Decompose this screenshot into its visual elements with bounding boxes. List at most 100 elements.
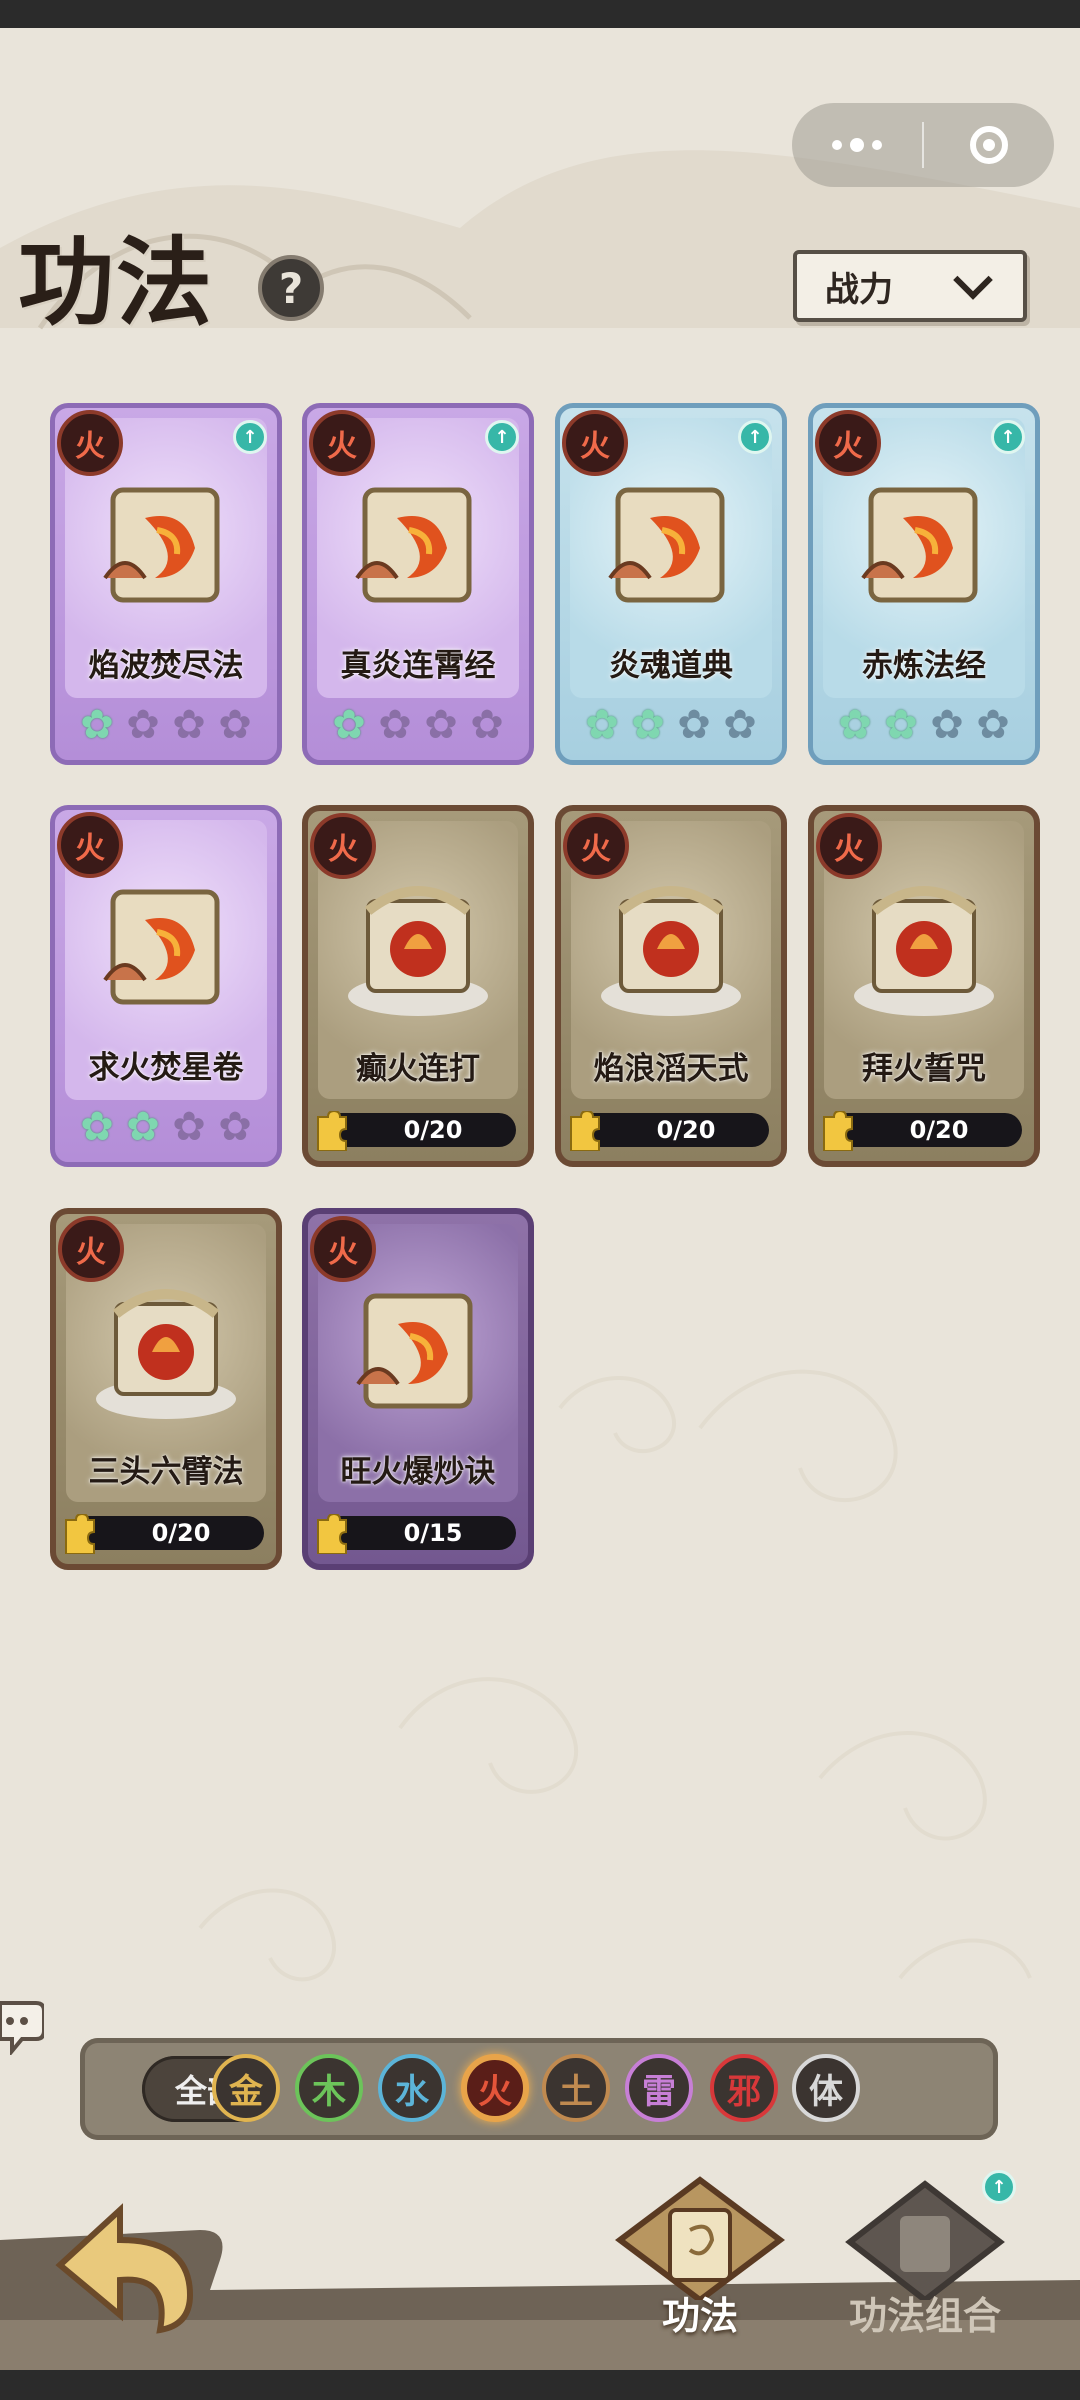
- fragment-progress-bar: 0/20: [320, 1113, 516, 1147]
- technique-card[interactable]: 火三头六臂法 0/20: [50, 1208, 282, 1570]
- more-menu-button[interactable]: [792, 103, 922, 187]
- technique-name: 拜火誓咒: [862, 1051, 986, 1087]
- tab-techniques[interactable]: 功法: [610, 2170, 790, 2340]
- flower-star-icon: ✿: [126, 702, 160, 748]
- technique-card[interactable]: 火拜火誓咒 0/20: [808, 805, 1040, 1167]
- filter-element-button[interactable]: 火: [461, 2054, 529, 2122]
- flower-star-icon: ✿: [631, 702, 665, 748]
- technique-name: 求火焚星卷: [88, 1050, 244, 1086]
- technique-name: 焰波焚尽法: [88, 648, 244, 684]
- dot-icon: [832, 140, 842, 150]
- fragment-progress-bar: 0/15: [320, 1516, 516, 1550]
- flower-star-icon: ✿: [218, 702, 252, 748]
- filter-element-button[interactable]: 金: [212, 2054, 280, 2122]
- flower-star-icon: ✿: [838, 702, 872, 748]
- filter-element-button[interactable]: 水: [378, 2054, 446, 2122]
- background-clouds: [0, 150, 1080, 1982]
- technique-name: 旺火爆炒诀: [340, 1454, 496, 1490]
- fragment-progress-bar: 0/20: [68, 1516, 264, 1550]
- flower-star-icon: ✿: [976, 702, 1010, 748]
- puzzle-piece-icon: [65, 1514, 95, 1554]
- puzzle-piece-icon: [317, 1111, 347, 1151]
- star-rating: ✿ ✿ ✿ ✿: [55, 700, 277, 750]
- dot-icon: [872, 140, 882, 150]
- flower-star-icon: ✿: [470, 702, 504, 748]
- status-bar: [0, 0, 1080, 28]
- fire-element-badge: 火: [816, 813, 882, 879]
- technique-card[interactable]: 火焰浪滔天式 0/20: [555, 805, 787, 1167]
- chat-bubble-icon[interactable]: [0, 1995, 46, 2057]
- flower-star-icon: ✿: [332, 702, 366, 748]
- upgrade-arrow-icon: ↑: [485, 420, 519, 454]
- filter-element-button[interactable]: 木: [295, 2054, 363, 2122]
- filter-element-button[interactable]: 邪: [710, 2054, 778, 2122]
- technique-card[interactable]: 火旺火爆炒诀 0/15: [302, 1208, 534, 1570]
- back-button[interactable]: [40, 2195, 220, 2335]
- filter-element-button[interactable]: 雷: [625, 2054, 693, 2122]
- fire-element-badge: 火: [310, 1216, 376, 1282]
- sort-label: 战力: [825, 269, 893, 310]
- target-icon: [970, 126, 1008, 164]
- technique-name: 真炎连霄经: [340, 648, 496, 684]
- flower-star-icon: ✿: [126, 1104, 160, 1150]
- upgrade-arrow-icon: ↑: [991, 420, 1025, 454]
- fragment-count: 0/20: [656, 1116, 716, 1144]
- flower-star-icon: ✿: [723, 702, 757, 748]
- upgrade-arrow-icon: ↑: [738, 420, 772, 454]
- fire-element-badge: 火: [309, 410, 375, 476]
- technique-card[interactable]: 火 ↑ 炎魂道典 ✿ ✿ ✿ ✿: [555, 403, 787, 765]
- technique-card[interactable]: 火 ↑ 焰波焚尽法 ✿ ✿ ✿ ✿: [50, 403, 282, 765]
- flower-star-icon: ✿: [172, 702, 206, 748]
- technique-scroll-icon: [103, 889, 220, 1005]
- fragment-count: 0/20: [909, 1116, 969, 1144]
- technique-card[interactable]: 火癫火连打 0/20: [302, 805, 534, 1167]
- technique-scroll-icon: [356, 1293, 473, 1409]
- upgrade-arrow-icon: ↑: [982, 2170, 1016, 2204]
- technique-name: 炎魂道典: [609, 648, 733, 684]
- star-rating: ✿ ✿ ✿ ✿: [560, 700, 782, 750]
- help-icon[interactable]: ?: [258, 255, 324, 321]
- technique-card[interactable]: 火 ↑ 真炎连霄经 ✿ ✿ ✿ ✿: [302, 403, 534, 765]
- technique-scroll-icon: [854, 886, 994, 1016]
- close-miniprogram-button[interactable]: [924, 103, 1054, 187]
- technique-name: 赤炼法经: [862, 648, 986, 684]
- flower-star-icon: ✿: [930, 702, 964, 748]
- flower-star-icon: ✿: [218, 1104, 252, 1150]
- fire-element-badge: 火: [57, 812, 123, 878]
- fragment-progress-bar: 0/20: [573, 1113, 769, 1147]
- technique-scroll-icon: [103, 487, 220, 603]
- filter-element-button[interactable]: 土: [542, 2054, 610, 2122]
- tab-technique-combos-label: 功法组合: [848, 2294, 1001, 2338]
- technique-scroll-icon: [355, 487, 472, 603]
- tab-technique-combos[interactable]: 功法组合 ↑: [830, 2170, 1020, 2340]
- fragment-count: 0/20: [403, 1116, 463, 1144]
- fragment-count: 0/15: [403, 1519, 463, 1547]
- flower-star-icon: ✿: [172, 1104, 206, 1150]
- upgrade-arrow-icon: ↑: [233, 420, 267, 454]
- page-title: 功法: [18, 226, 214, 339]
- technique-name: 癫火连打: [356, 1051, 480, 1087]
- filter-element-button[interactable]: 体: [792, 2054, 860, 2122]
- technique-scroll-icon: [601, 886, 741, 1016]
- technique-name: 焰浪滔天式: [593, 1051, 749, 1087]
- flower-star-icon: ✿: [80, 702, 114, 748]
- technique-scroll-icon: [96, 1289, 236, 1419]
- fire-element-badge: 火: [562, 410, 628, 476]
- technique-scroll-icon: [348, 886, 488, 1016]
- puzzle-piece-icon: [823, 1111, 853, 1151]
- technique-card[interactable]: 火求火焚星卷 ✿ ✿ ✿ ✿: [50, 805, 282, 1167]
- technique-scroll-icon: [861, 487, 978, 603]
- element-filter-bar: 全部 金木水火土雷邪体: [80, 2038, 998, 2140]
- star-rating: ✿ ✿ ✿ ✿: [813, 700, 1035, 750]
- flower-star-icon: ✿: [424, 702, 458, 748]
- sort-dropdown[interactable]: 战力: [793, 250, 1027, 322]
- fragment-progress-bar: 0/20: [826, 1113, 1022, 1147]
- technique-name: 三头六臂法: [88, 1454, 244, 1490]
- star-rating: ✿ ✿ ✿ ✿: [307, 700, 529, 750]
- flower-star-icon: ✿: [80, 1104, 114, 1150]
- chevron-down-icon: [953, 260, 993, 300]
- star-rating: ✿ ✿ ✿ ✿: [55, 1102, 277, 1152]
- fire-element-badge: 火: [563, 813, 629, 879]
- technique-card[interactable]: 火 ↑ 赤炼法经 ✿ ✿ ✿ ✿: [808, 403, 1040, 765]
- flower-star-icon: ✿: [677, 702, 711, 748]
